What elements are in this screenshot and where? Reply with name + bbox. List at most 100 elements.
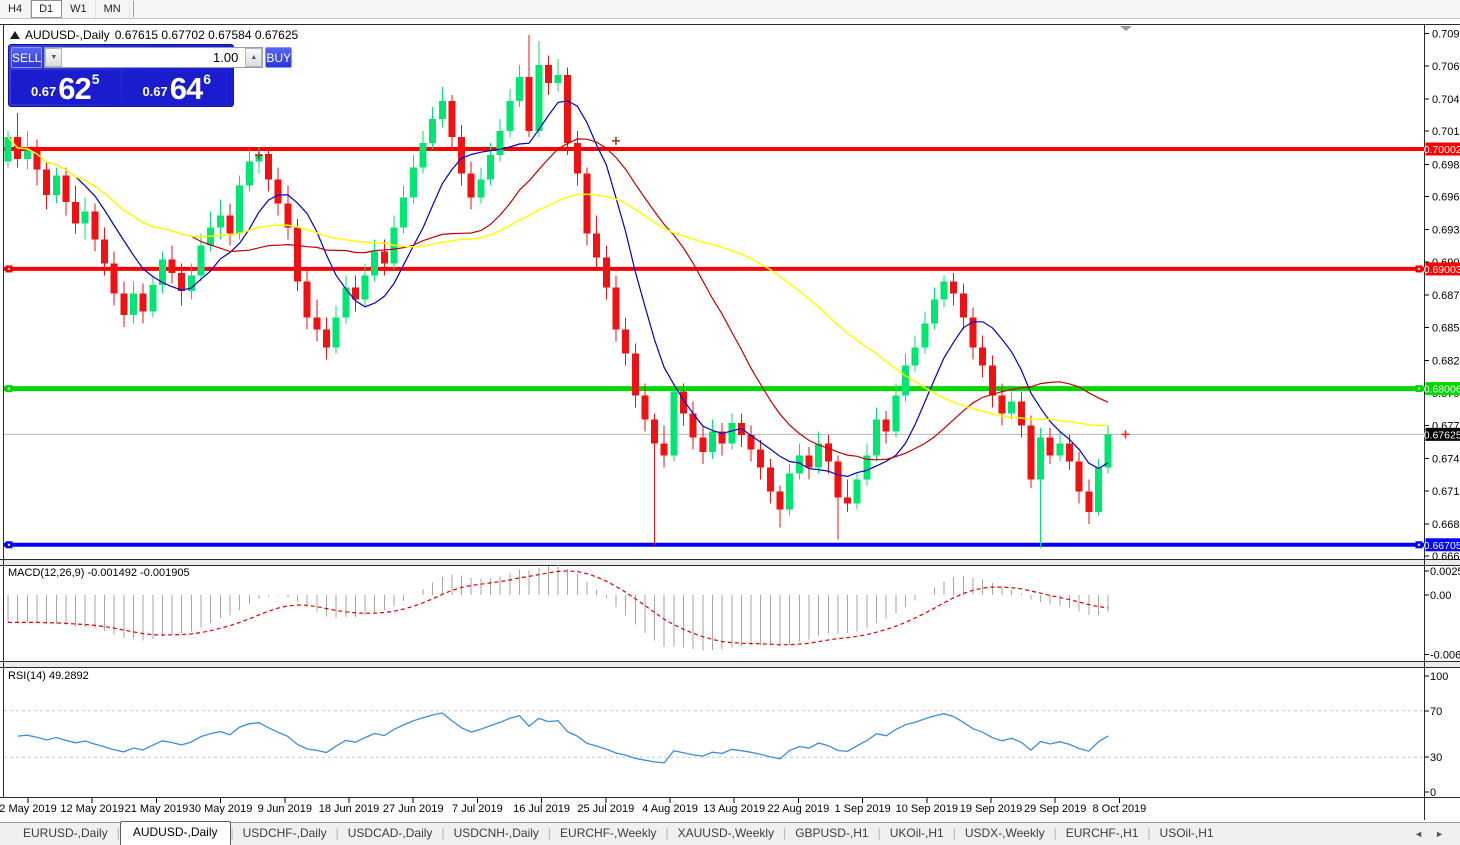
candle-bearish bbox=[882, 419, 890, 432]
tab-usdcad-daily[interactable]: USDCAD-,Daily bbox=[339, 823, 442, 845]
timeframe-button-mn[interactable]: MN bbox=[96, 0, 130, 18]
candle-bearish bbox=[448, 101, 456, 138]
macd-indicator-label: MACD(12,26,9) -0.001492 -0.001905 bbox=[8, 567, 190, 579]
candle-bearish bbox=[988, 365, 996, 396]
tab-ukoil-h1[interactable]: UKOil-,H1 bbox=[881, 823, 953, 845]
tab-usoil-h1[interactable]: USOil-,H1 bbox=[1151, 823, 1223, 845]
candle-bearish bbox=[766, 467, 774, 492]
candle-bearish bbox=[612, 287, 620, 330]
candle-bearish bbox=[824, 443, 832, 462]
pane-splitter[interactable] bbox=[0, 560, 1460, 565]
tab-eurchf-weekly[interactable]: EURCHF-,Weekly bbox=[551, 823, 665, 845]
macd-axis-label: 0.002574 bbox=[1430, 566, 1460, 578]
symbol-label: AUDUSD-,Daily 0.67615 0.67702 0.67584 0.… bbox=[10, 28, 298, 42]
candle-bullish bbox=[197, 245, 205, 276]
volume-input[interactable] bbox=[62, 48, 246, 67]
candle-bearish bbox=[72, 202, 80, 224]
toolbar-separator bbox=[132, 1, 134, 17]
x-axis-label: 12 May 2019 bbox=[60, 803, 124, 815]
x-axis-label: 16 Jul 2019 bbox=[513, 803, 570, 815]
candle-bearish bbox=[284, 203, 292, 228]
tab-audusd-daily[interactable]: AUDUSD-,Daily bbox=[119, 821, 231, 845]
candle-bearish bbox=[467, 173, 475, 198]
x-axis-label: 4 Aug 2019 bbox=[642, 803, 698, 815]
y-axis-label: 0.70420 bbox=[1432, 94, 1460, 106]
candle-bearish bbox=[757, 449, 765, 468]
volume-increase-button[interactable]: ▲ bbox=[245, 48, 263, 67]
x-axis-label: 8 Oct 2019 bbox=[1092, 803, 1146, 815]
candle-bearish bbox=[274, 179, 282, 204]
sell-button[interactable]: SELL bbox=[11, 47, 43, 68]
candle-bearish bbox=[1066, 443, 1073, 462]
candle-bullish bbox=[940, 281, 948, 300]
candle-bullish bbox=[477, 179, 485, 198]
candle-bearish bbox=[322, 329, 330, 348]
candle-bullish bbox=[1037, 437, 1045, 480]
candle-bullish bbox=[371, 251, 379, 276]
candle-bullish bbox=[708, 431, 716, 452]
rsi-axis-label: 30 bbox=[1430, 752, 1442, 764]
candle-bearish bbox=[178, 272, 186, 291]
tab-usdcnh-daily[interactable]: USDCNH-,Daily bbox=[445, 823, 548, 845]
x-axis-label: 29 Sep 2019 bbox=[1024, 803, 1086, 815]
timeframe-button-d1[interactable]: D1 bbox=[31, 0, 63, 18]
candle-bullish bbox=[728, 422, 736, 444]
x-axis-label: 30 May 2019 bbox=[189, 803, 253, 815]
candle-bullish bbox=[911, 347, 919, 366]
macd-axis-label: -0.006326 bbox=[1430, 650, 1460, 662]
candle-bullish bbox=[400, 197, 408, 228]
candle-bullish bbox=[1104, 434, 1112, 468]
candle-bearish bbox=[294, 227, 301, 282]
volume-decrease-button[interactable]: ▼ bbox=[45, 48, 63, 67]
volume-stepper: ▼ ▲ bbox=[44, 47, 264, 68]
candle-bearish bbox=[834, 461, 842, 498]
tab-xauusd-weekly[interactable]: XAUUSD-,Weekly bbox=[669, 823, 783, 845]
sell-price[interactable]: 0.67 62 5 bbox=[11, 70, 120, 104]
candle-bearish bbox=[168, 259, 176, 273]
candle-bearish bbox=[998, 395, 1006, 414]
candle-bearish bbox=[120, 293, 128, 315]
candle-bullish bbox=[901, 365, 909, 396]
candle-bullish bbox=[496, 131, 504, 156]
candle-bullish bbox=[409, 167, 417, 198]
price-badge-label: 0.69003 bbox=[1424, 264, 1460, 276]
tab-scroll-left-icon[interactable]: ◄ bbox=[1414, 829, 1423, 839]
x-axis-label: 19 Sep 2019 bbox=[960, 803, 1022, 815]
timeframe-toolbar: H4 D1 W1 MN bbox=[0, 0, 1460, 19]
candle-bearish bbox=[602, 257, 610, 288]
macd-axis-label: 0.00 bbox=[1430, 590, 1451, 602]
price-chart-canvas[interactable]: 0.70965 0.70695 0.70420 0.70150 0.69875 0.696… bbox=[0, 0, 1460, 845]
y-axis-label: 0.70965 bbox=[1432, 28, 1460, 40]
timeframe-button-h4[interactable]: H4 bbox=[0, 0, 32, 18]
candle-bearish bbox=[1017, 401, 1025, 426]
tab-eurusd-daily[interactable]: EURUSD-,Daily bbox=[14, 823, 117, 845]
candle-bearish bbox=[380, 251, 388, 264]
y-axis-label: 0.68785 bbox=[1432, 290, 1460, 302]
rsi-axis-label: 0 bbox=[1430, 787, 1436, 799]
buy-button[interactable]: BUY bbox=[265, 47, 293, 68]
candle-bullish bbox=[815, 443, 823, 468]
candle-bullish bbox=[81, 211, 89, 224]
y-axis-label: 0.66880 bbox=[1432, 519, 1460, 531]
candle-bullish bbox=[332, 317, 340, 348]
tab-usdx-weekly[interactable]: USDX-,Weekly bbox=[956, 823, 1054, 845]
candle-bearish bbox=[101, 239, 108, 264]
candle-bullish bbox=[52, 175, 60, 195]
candle-bearish bbox=[622, 329, 630, 354]
chart-background bbox=[0, 18, 1460, 822]
candle-bearish bbox=[525, 77, 533, 132]
candle-bearish bbox=[62, 175, 70, 203]
tab-usdchf-daily[interactable]: USDCHF-,Daily bbox=[234, 823, 336, 845]
tab-gbpusd-h1[interactable]: GBPUSD-,H1 bbox=[786, 823, 877, 845]
sell-price-big: 62 bbox=[58, 71, 91, 106]
x-axis-label: 13 Aug 2019 bbox=[703, 803, 765, 815]
y-axis-label: 0.68240 bbox=[1432, 356, 1460, 368]
line-handle-dot bbox=[7, 387, 11, 390]
rsi-axis-label: 100 bbox=[1430, 671, 1448, 683]
buy-price[interactable]: 0.67 64 6 bbox=[122, 70, 231, 104]
timeframe-button-w1[interactable]: W1 bbox=[62, 0, 96, 18]
candle-bearish bbox=[844, 497, 852, 504]
tab-scroll-right-icon[interactable]: ► bbox=[1435, 829, 1444, 839]
pane-splitter[interactable] bbox=[0, 662, 1460, 667]
tab-eurchf-h1[interactable]: EURCHF-,H1 bbox=[1057, 823, 1148, 845]
